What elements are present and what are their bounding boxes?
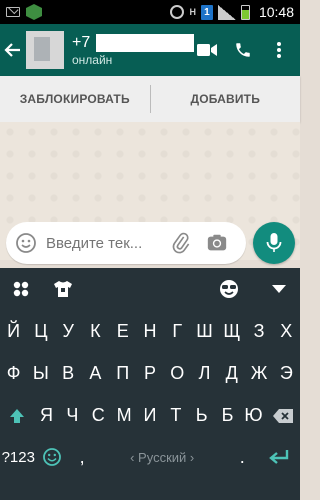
key-м[interactable]: М <box>111 394 137 436</box>
key-и[interactable]: И <box>137 394 163 436</box>
key-у[interactable]: У <box>55 310 82 352</box>
shift-icon <box>9 409 24 424</box>
compose-bar <box>0 222 300 268</box>
back-arrow-icon[interactable] <box>2 24 24 76</box>
key-row-3: ЯЧСМИТЬБЮ <box>0 394 300 436</box>
battery-icon <box>240 4 250 20</box>
key-р[interactable]: Р <box>136 352 163 394</box>
apps-icon[interactable] <box>10 278 32 300</box>
emoji-key[interactable] <box>37 447 67 467</box>
key-й[interactable]: Й <box>0 310 27 352</box>
key-row-1: ЙЦУКЕНГШЩЗХ <box>0 310 300 352</box>
key-б[interactable]: Б <box>215 394 241 436</box>
backspace-key[interactable] <box>266 394 300 436</box>
emoji-sunglasses-icon[interactable] <box>218 278 240 300</box>
message-box <box>6 222 246 264</box>
key-п[interactable]: П <box>109 352 136 394</box>
key-я[interactable]: Я <box>34 394 60 436</box>
key-ф[interactable]: Ф <box>0 352 27 394</box>
contact-phone-prefix: +7 <box>72 33 91 51</box>
backspace-icon <box>273 409 294 424</box>
key-т[interactable]: Т <box>163 394 189 436</box>
collapse-keyboard-icon[interactable] <box>268 278 290 300</box>
key-к[interactable]: К <box>82 310 109 352</box>
key-з[interactable]: З <box>245 310 272 352</box>
contact-info[interactable]: +7 онлайн <box>72 33 195 67</box>
contact-phone-redacted <box>96 33 195 52</box>
key-row-4: ?123 , ‹ Русский › . <box>0 436 300 478</box>
key-ц[interactable]: Ц <box>27 310 54 352</box>
key-л[interactable]: Л <box>191 352 218 394</box>
key-н[interactable]: Н <box>136 310 163 352</box>
status-bar: H 1 10:48 <box>0 0 300 24</box>
phone-icon[interactable] <box>232 39 254 61</box>
signal-icon <box>217 4 236 20</box>
block-button[interactable]: ЗАБЛОКИРОВАТЬ <box>0 92 150 106</box>
network-type: H <box>189 6 196 17</box>
mic-icon <box>266 233 282 252</box>
keyboard: ЙЦУКЕНГШЩЗХ ФЫВАПРОЛДЖЭ ЯЧСМИТЬБЮ ?123 ,… <box>0 268 300 500</box>
alarm-icon <box>170 5 185 19</box>
key-ь[interactable]: Ь <box>189 394 215 436</box>
video-call-icon[interactable] <box>196 39 218 61</box>
key-г[interactable]: Г <box>164 310 191 352</box>
symbols-key[interactable]: ?123 <box>0 449 37 466</box>
mic-button[interactable] <box>253 222 295 264</box>
mail-notification-icon <box>6 7 20 17</box>
key-э[interactable]: Э <box>273 352 300 394</box>
key-ж[interactable]: Ж <box>245 352 272 394</box>
more-vert-icon[interactable] <box>268 39 290 61</box>
message-input[interactable] <box>46 234 166 252</box>
sim-indicator: 1 <box>200 4 213 20</box>
key-ч[interactable]: Ч <box>59 394 85 436</box>
key-ш[interactable]: Ш <box>191 310 218 352</box>
key-ю[interactable]: Ю <box>241 394 267 436</box>
keyboard-toolbar <box>0 268 300 310</box>
chat-toolbar: +7 онлайн <box>0 24 300 76</box>
space-key[interactable]: ‹ Русский › <box>101 441 223 473</box>
key-ы[interactable]: Ы <box>27 352 54 394</box>
add-contact-button[interactable]: ДОБАВИТЬ <box>151 92 301 106</box>
key-в[interactable]: В <box>55 352 82 394</box>
key-с[interactable]: С <box>85 394 111 436</box>
shift-key[interactable] <box>0 394 34 436</box>
period-key[interactable]: . <box>227 447 257 468</box>
key-о[interactable]: О <box>164 352 191 394</box>
tshirt-icon[interactable] <box>52 278 74 300</box>
avatar[interactable] <box>26 31 64 69</box>
key-а[interactable]: А <box>82 352 109 394</box>
key-row-2: ФЫВАПРОЛДЖЭ <box>0 352 300 394</box>
enter-icon <box>268 450 288 464</box>
block-add-bar: ЗАБЛОКИРОВАТЬ ДОБАВИТЬ <box>0 76 300 122</box>
camera-icon[interactable] <box>206 232 228 254</box>
key-щ[interactable]: Щ <box>218 310 245 352</box>
app-notification-icon <box>26 4 42 20</box>
enter-key[interactable] <box>257 449 300 465</box>
key-х[interactable]: Х <box>273 310 300 352</box>
key-д[interactable]: Д <box>218 352 245 394</box>
clock: 10:48 <box>258 4 294 20</box>
key-е[interactable]: Е <box>109 310 136 352</box>
emoji-icon <box>42 448 61 466</box>
comma-key[interactable]: , <box>67 447 97 468</box>
emoji-icon[interactable] <box>14 231 38 255</box>
contact-status: онлайн <box>72 52 113 67</box>
paperclip-icon[interactable] <box>170 232 192 254</box>
